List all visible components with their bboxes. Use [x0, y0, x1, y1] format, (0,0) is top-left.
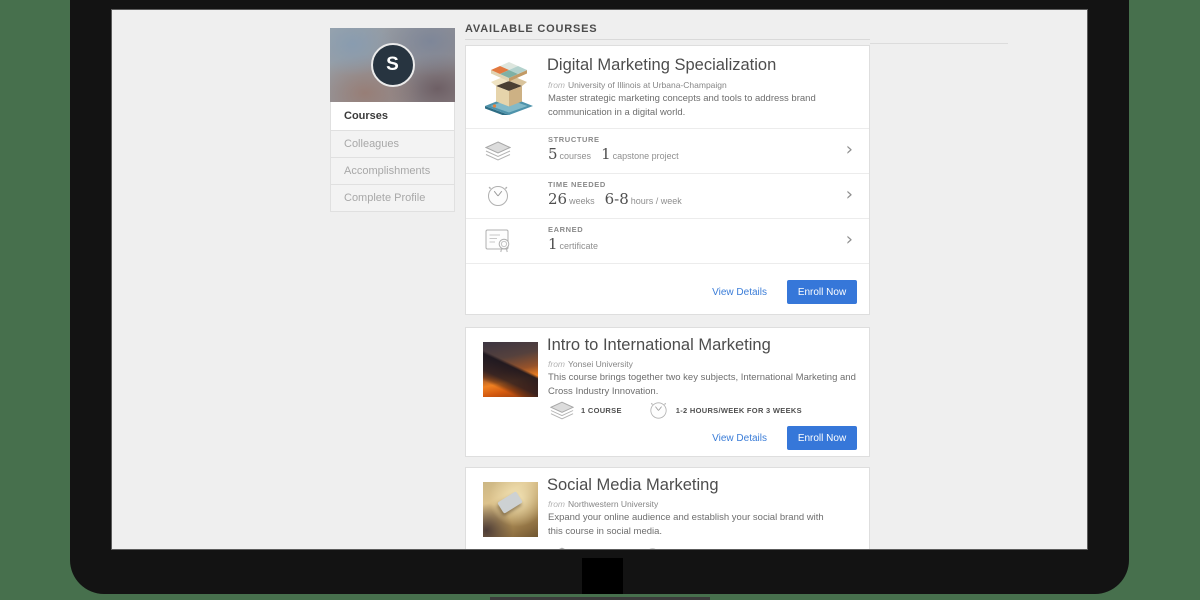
clock-icon [642, 546, 663, 549]
detail-values: 5courses 1capstone project [548, 145, 689, 164]
detail-number: 1 [601, 145, 611, 163]
course-description: This course brings together two key subj… [548, 371, 868, 399]
detail-unit: certificate [560, 241, 599, 251]
detail-text: TIME NEEDED 26weeks 6-8hours / week [548, 180, 692, 209]
detail-unit: capstone project [613, 151, 679, 161]
sidebar-menu: Courses Colleagues Accomplishments Compl… [330, 102, 455, 212]
meta-time: 1-2 HOURS/WEEK FOR 3 WEEKS [676, 406, 802, 415]
course-details-list: STRUCTURE 5courses1capstone project [466, 128, 869, 264]
provider-name: University of Illinois at Urbana-Champai… [568, 80, 727, 90]
course-card-international-marketing: Intro to International Marketing fromYon… [465, 327, 870, 457]
detail-row-earned[interactable]: EARNED 1certificate [466, 218, 869, 263]
detail-unit: hours / week [631, 196, 682, 206]
course-title: Social Media Marketing [547, 476, 719, 495]
clock-icon [485, 183, 511, 209]
detail-values: 1certificate [548, 235, 608, 254]
detail-number: 26 [548, 190, 567, 208]
layers-icon [550, 547, 574, 549]
detail-text: EARNED 1certificate [548, 225, 608, 254]
detail-label: STRUCTURE [548, 135, 689, 144]
avatar-initial-badge: S [371, 43, 415, 87]
sidebar-item-colleagues[interactable]: Colleagues [331, 130, 454, 157]
sidebar-item-complete-profile[interactable]: Complete Profile [331, 184, 454, 211]
detail-unit: courses [560, 151, 592, 161]
card-actions: View Details Enroll Now [712, 280, 857, 304]
detail-label: TIME NEEDED [548, 180, 692, 189]
from-label: from [548, 80, 565, 90]
detail-values: 26weeks 6-8hours / week [548, 190, 692, 209]
detail-unit: weeks [569, 196, 595, 206]
course-meta-row: 1 COURSE 1-2 HOURS/WEEK FOR 3 WEEKS [550, 400, 802, 421]
divider-extension [870, 43, 1008, 44]
view-details-link[interactable]: View Details [712, 287, 767, 298]
detail-number: 5 [548, 145, 558, 163]
detail-number: 1 [548, 235, 558, 253]
sidebar: S Courses Colleagues Accomplishments Com… [330, 28, 455, 212]
card-actions: View Details Enroll Now [712, 426, 857, 450]
from-label: from [548, 499, 565, 509]
course-title: Intro to International Marketing [547, 336, 771, 355]
detail-text: STRUCTURE 5courses 1capstone project [548, 135, 689, 164]
from-label: from [548, 359, 565, 369]
page-background: S Courses Colleagues Accomplishments Com… [0, 0, 1200, 600]
avatar-initial: S [386, 54, 399, 76]
main-content: AVAILABLE COURSES [465, 23, 870, 549]
detail-number: 6-8 [605, 190, 629, 208]
enroll-now-button[interactable]: Enroll Now [787, 426, 857, 450]
clock-icon [648, 400, 669, 421]
course-description: Expand your online audience and establis… [548, 511, 838, 539]
course-logo-icon [483, 60, 535, 115]
layers-icon [550, 401, 574, 420]
course-thumbnail-wheat-field [483, 482, 538, 537]
enroll-now-button[interactable]: Enroll Now [787, 280, 857, 304]
course-provider: fromYonsei University [548, 359, 633, 369]
course-card-social-media-marketing: Social Media Marketing fromNorthwestern … [465, 467, 870, 549]
course-thumbnail-airplane [483, 342, 538, 397]
sidebar-item-courses[interactable]: Courses [331, 102, 454, 130]
section-title: AVAILABLE COURSES [465, 23, 870, 40]
provider-name: Yonsei University [568, 359, 633, 369]
view-details-link[interactable]: View Details [712, 433, 767, 444]
course-meta-row [550, 546, 663, 549]
course-description: Master strategic marketing concepts and … [548, 92, 848, 120]
chevron-right-icon [846, 184, 853, 205]
course-provider: fromUniversity of Illinois at Urbana-Cha… [548, 80, 727, 90]
detail-label: EARNED [548, 225, 608, 234]
course-provider: fromNorthwestern University [548, 499, 658, 509]
sidebar-item-accomplishments[interactable]: Accomplishments [331, 157, 454, 184]
detail-row-structure[interactable]: STRUCTURE 5courses 1capstone project [466, 128, 869, 173]
course-title: Digital Marketing Specialization [547, 56, 776, 75]
certificate-icon [485, 229, 513, 253]
chevron-right-icon [846, 139, 853, 160]
phone-icon [497, 491, 523, 514]
layers-icon [485, 141, 511, 161]
course-card-digital-marketing: Digital Marketing Specialization fromUni… [465, 45, 870, 315]
provider-name: Northwestern University [568, 499, 658, 509]
meta-courses: 1 COURSE [581, 406, 622, 415]
home-button[interactable] [582, 558, 623, 594]
chevron-right-icon [846, 229, 853, 250]
detail-row-time-needed[interactable]: TIME NEEDED 26weeks 6-8hours / week [466, 173, 869, 218]
profile-avatar: S [330, 28, 455, 102]
app-screen: S Courses Colleagues Accomplishments Com… [112, 10, 1087, 549]
